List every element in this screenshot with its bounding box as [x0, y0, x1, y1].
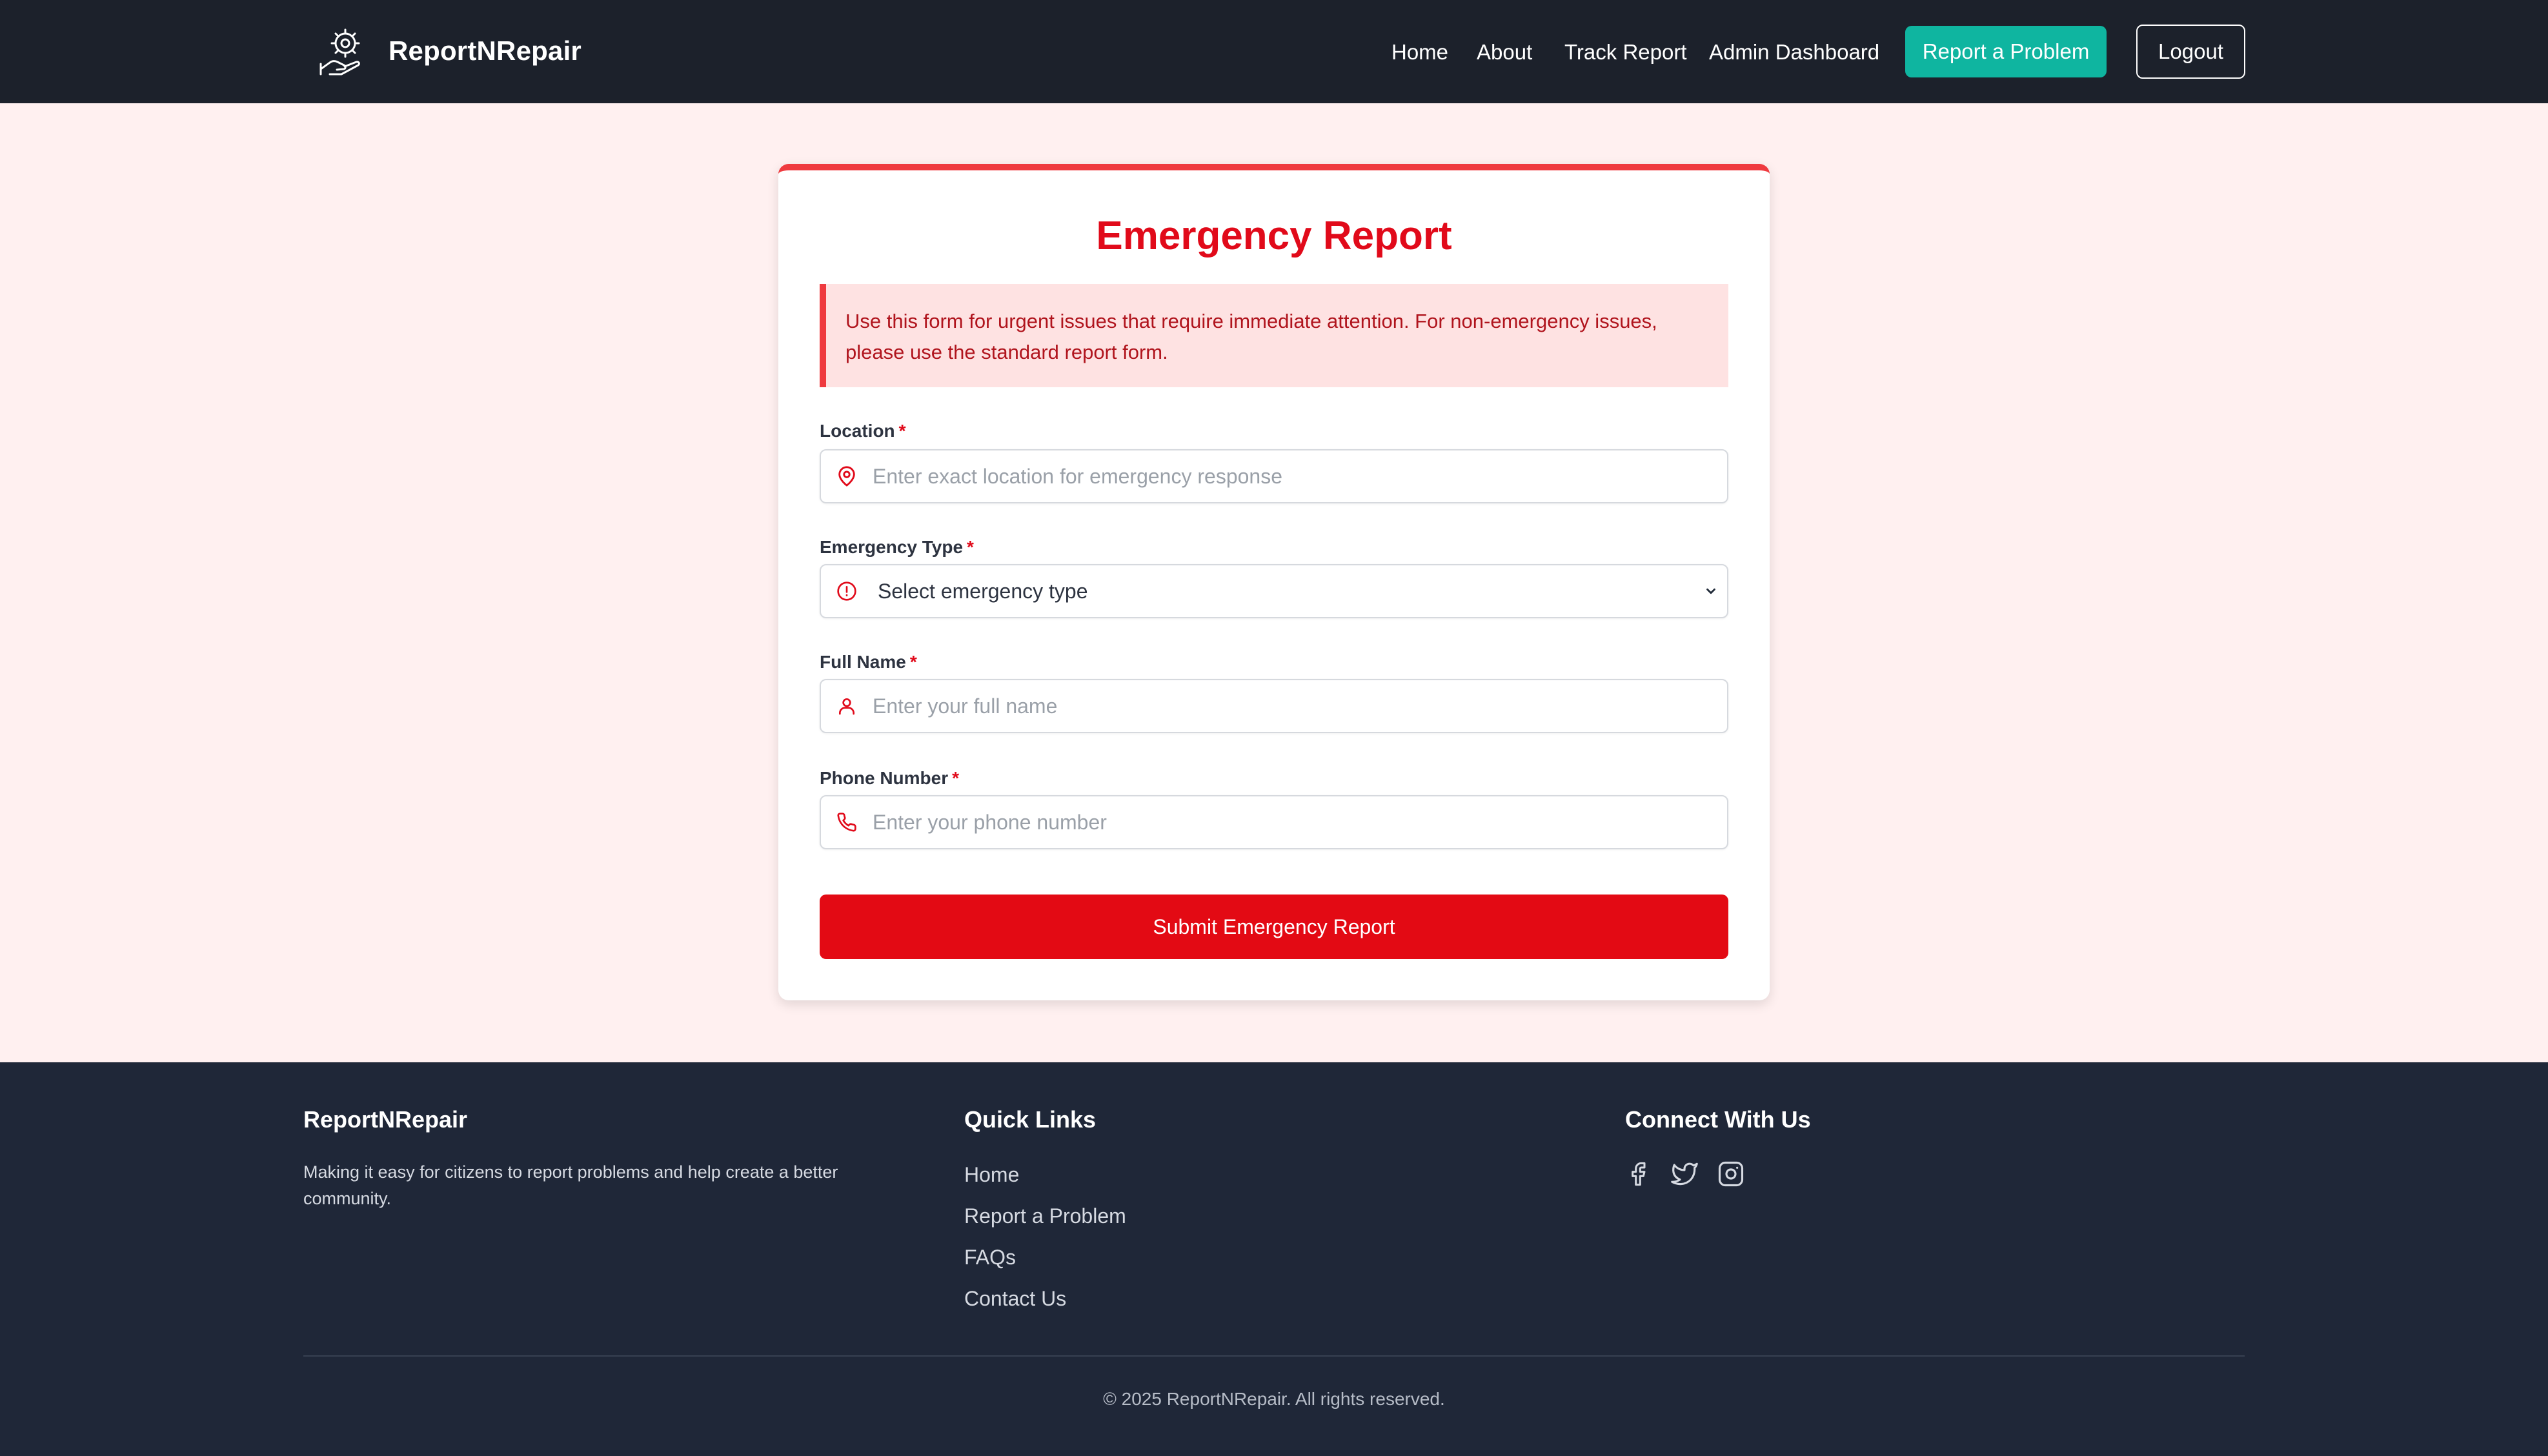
- emergency-type-value: Select emergency type: [878, 579, 1088, 603]
- required-marker: *: [909, 652, 917, 672]
- instagram-icon[interactable]: [1714, 1157, 1748, 1191]
- footer-link-home[interactable]: Home: [964, 1163, 1019, 1187]
- emergency-type-label: Emergency Type *: [820, 537, 974, 558]
- emergency-form-card: Emergency Report Use this form for urgen…: [778, 164, 1770, 1000]
- nav-link-home[interactable]: Home: [1391, 36, 1448, 68]
- phone-icon: [821, 796, 873, 848]
- footer-link-contact[interactable]: Contact Us: [964, 1287, 1066, 1311]
- facebook-icon[interactable]: [1621, 1157, 1655, 1191]
- location-label-text: Location: [820, 421, 895, 441]
- copyright: © 2025 ReportNRepair. All rights reserve…: [1103, 1389, 1445, 1409]
- page-title: Emergency Report: [1096, 214, 1452, 258]
- map-pin-icon: [821, 450, 873, 502]
- required-marker: *: [952, 768, 960, 788]
- phone-input[interactable]: [873, 796, 1727, 848]
- footer-link-report-problem[interactable]: Report a Problem: [964, 1204, 1126, 1228]
- footer-brand: ReportNRepair: [303, 1106, 468, 1133]
- report-problem-button[interactable]: Report a Problem: [1905, 26, 2107, 77]
- required-marker: *: [967, 537, 974, 557]
- emergency-type-select[interactable]: Select emergency type: [820, 564, 1728, 618]
- emergency-alert: Use this form for urgent issues that req…: [820, 284, 1728, 387]
- brand-name: ReportNRepair: [389, 35, 581, 66]
- phone-field[interactable]: [820, 795, 1728, 849]
- required-marker: *: [898, 421, 906, 441]
- emergency-type-label-text: Emergency Type: [820, 537, 964, 557]
- footer-description: Making it easy for citizens to report pr…: [303, 1162, 838, 1208]
- location-input[interactable]: [873, 450, 1727, 502]
- brand[interactable]: ReportNRepair: [316, 23, 581, 79]
- connect-title: Connect With Us: [1625, 1106, 1811, 1133]
- full-name-label: Full Name *: [820, 652, 917, 672]
- phone-label-text: Phone Number: [820, 768, 949, 788]
- twitter-icon[interactable]: [1668, 1157, 1701, 1191]
- phone-label: Phone Number *: [820, 768, 959, 789]
- footer-link-faqs[interactable]: FAQs: [964, 1246, 1016, 1269]
- location-field[interactable]: [820, 449, 1728, 503]
- gear-hand-icon: [316, 23, 372, 79]
- nav-link-about[interactable]: About: [1477, 36, 1532, 68]
- location-label: Location *: [820, 421, 906, 441]
- quick-links-title: Quick Links: [964, 1106, 1097, 1133]
- alert-circle-icon: [821, 565, 873, 617]
- logout-button[interactable]: Logout: [2136, 25, 2245, 79]
- full-name-label-text: Full Name: [820, 652, 906, 672]
- footer-divider: [303, 1355, 2245, 1357]
- full-name-field[interactable]: [820, 679, 1728, 733]
- nav-link-track-report[interactable]: Track Report: [1564, 36, 1687, 68]
- chevron-down-icon: [1695, 565, 1727, 617]
- submit-emergency-button[interactable]: Submit Emergency Report: [820, 895, 1728, 959]
- navbar: ReportNRepair Home About Track Report Ad…: [0, 0, 2548, 103]
- nav-link-admin-dashboard[interactable]: Admin Dashboard: [1709, 36, 1879, 68]
- user-icon: [821, 680, 873, 732]
- full-name-input[interactable]: [873, 680, 1727, 732]
